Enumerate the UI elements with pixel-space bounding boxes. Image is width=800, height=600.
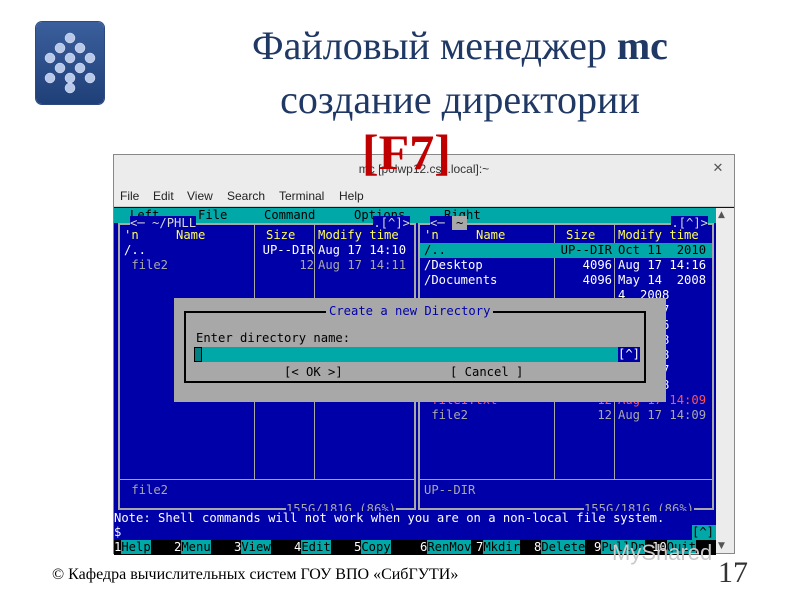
mc-menubar: Left File Command Options Right — [114, 208, 716, 223]
fkey-renmov[interactable]: 6RenMov — [420, 540, 472, 555]
file-name: file2 — [124, 258, 169, 272]
menu-file[interactable]: File — [120, 189, 139, 203]
file-size: UP--DIR — [262, 243, 314, 257]
dialog-frame: Create a new Directory Enter directory n… — [184, 304, 646, 383]
col-name[interactable]: Name — [176, 228, 205, 243]
fkey-label: Copy — [361, 540, 391, 554]
menu-search[interactable]: Search — [227, 189, 265, 203]
file-name: /.. — [124, 243, 147, 257]
fkey-label: RenMov — [427, 540, 472, 554]
fkey-menu[interactable]: 2Menu — [174, 540, 211, 555]
slide-title: Файловый менеджер mc — [160, 22, 760, 69]
fkey-copy[interactable]: 5Copy — [354, 540, 391, 555]
file-name: file2 — [424, 408, 469, 422]
menu-edit[interactable]: Edit — [153, 189, 174, 203]
file-row[interactable]: /.. UP--DIR Aug 17 14:10 — [120, 243, 414, 258]
file-name: /Desktop — [424, 258, 483, 272]
file-size: 12 — [299, 258, 314, 272]
input-history-button[interactable]: [^] — [617, 347, 640, 362]
file-row[interactable]: file2 12 Aug 17 14:11 — [120, 258, 414, 273]
file-size: UP--DIR — [560, 243, 612, 257]
file-name: /Documents — [424, 273, 498, 287]
fkey-edit[interactable]: 4Edit — [294, 540, 331, 555]
col-size[interactable]: Size — [266, 228, 295, 243]
file-mtime: Aug 17 14:11 — [318, 258, 407, 272]
col-size[interactable]: Size — [566, 228, 595, 243]
menu-terminal[interactable]: Terminal — [279, 189, 324, 203]
fkey-label: Edit — [301, 540, 331, 554]
ok-button[interactable]: [< OK >] — [284, 365, 343, 380]
fkey-label: Delete — [541, 540, 586, 554]
slide-title-bold: mc — [616, 23, 668, 68]
scroll-up-icon[interactable]: ▲ — [718, 210, 725, 220]
col-mtime[interactable]: Modify time — [318, 228, 399, 243]
footer: © Кафедра вычислительных систем ГОУ ВПО … — [52, 566, 459, 583]
fkey-label: Help — [121, 540, 151, 554]
file-row[interactable]: /Documents 4096 May 14 2008 — [420, 273, 712, 288]
menu-help[interactable]: Help — [339, 189, 364, 203]
file-row[interactable]: /.. UP--DIR Oct 11 2010 — [420, 243, 712, 258]
file-mtime: Aug 17 14:16 — [618, 258, 707, 272]
file-size: 4096 — [582, 258, 612, 272]
hotkey-label: [F7] — [362, 124, 451, 180]
directory-name-input[interactable]: [^] — [194, 347, 640, 362]
file-row[interactable]: /Desktop 4096 Aug 17 14:16 — [420, 258, 712, 273]
right-panel-status: UP--DIR — [424, 483, 476, 497]
col-sort[interactable]: 'n — [124, 228, 139, 243]
slide-subtitle: создание директории — [280, 77, 640, 122]
close-icon[interactable]: ✕ — [708, 159, 728, 179]
left-panel-status: file2 — [124, 483, 169, 497]
menu-view[interactable]: View — [187, 189, 213, 203]
file-mtime: Aug 17 14:09 — [618, 408, 707, 422]
fkey-mkdir[interactable]: 7Mkdir — [476, 540, 521, 555]
mc-menu-command[interactable]: Command — [264, 208, 315, 223]
file-mtime: Oct 11 2010 — [618, 243, 707, 257]
file-mtime: Aug 17 14:10 — [318, 243, 407, 257]
file-size: 12 — [597, 408, 612, 422]
file-name: /.. — [424, 243, 447, 257]
terminal-menubar: File Edit View Search Terminal Help — [114, 185, 734, 207]
fkey-label: View — [241, 540, 271, 554]
dialog-label: Enter directory name: — [196, 331, 351, 345]
mkdir-dialog: Create a new Directory Enter directory n… — [174, 298, 666, 402]
file-row[interactable]: file2 12 Aug 17 14:09 — [420, 408, 712, 423]
fkey-label: Mkdir — [483, 540, 521, 554]
fkey-label: Menu — [181, 540, 211, 554]
page-number: 17 — [718, 556, 748, 589]
note-line: Note: Shell commands will not work when … — [114, 511, 716, 526]
fkey-help[interactable]: 1Help — [114, 540, 151, 555]
slide-title-text: Файловый менеджер — [252, 23, 617, 68]
text-cursor — [194, 347, 202, 362]
watermark: MyShared — [612, 540, 713, 565]
shell-prompt[interactable]: $ — [114, 525, 716, 540]
fkey-delete[interactable]: 8Delete — [534, 540, 586, 555]
file-mtime: May 14 2008 — [618, 273, 707, 287]
file-size: 4096 — [582, 273, 612, 287]
fkey-view[interactable]: 3View — [234, 540, 271, 555]
dialog-title: Create a new Directory — [326, 304, 494, 319]
scrollbar[interactable]: ▲ ▼ — [716, 208, 734, 553]
col-name[interactable]: Name — [476, 228, 505, 243]
col-mtime[interactable]: Modify time — [618, 228, 699, 243]
col-sort[interactable]: 'n — [424, 228, 439, 243]
cancel-button[interactable]: [ Cancel ] — [450, 365, 523, 380]
history-button[interactable]: [^] — [692, 525, 716, 540]
mc-menu-file[interactable]: File — [198, 208, 227, 223]
molecule-icon — [44, 32, 96, 94]
scroll-down-icon[interactable]: ▼ — [718, 541, 725, 551]
logo — [36, 22, 104, 104]
